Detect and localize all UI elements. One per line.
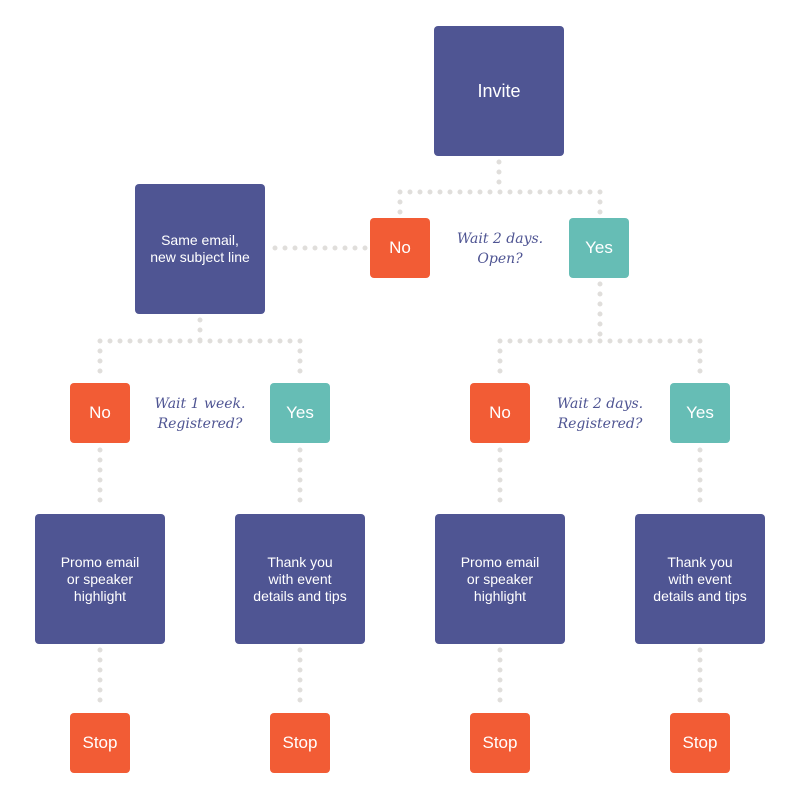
connector-actions-to-stop — [97, 647, 703, 711]
question-open-label: Wait 2 days. Open? — [456, 231, 544, 267]
stop-node: Stop — [470, 713, 530, 773]
connector-answers-to-actions — [97, 447, 703, 511]
yes-open-node: Yes — [569, 218, 629, 278]
promo-email-left-node: Promo email or speaker highlight — [35, 514, 165, 644]
thank-you-right-node: Thank you with event details and tips — [635, 514, 765, 644]
connector-invite-branch — [397, 159, 603, 217]
same-email-node: Same email, new subject line — [135, 184, 265, 314]
stop-node: Stop — [70, 713, 130, 773]
stop-node: Stop — [270, 713, 330, 773]
promo-email-right-node: Promo email or speaker highlight — [435, 514, 565, 644]
no-registered-left-node: No — [70, 383, 130, 443]
question-registered-left-label: Wait 1 week. Registered? — [154, 396, 246, 432]
thank-you-left-node: Thank you with event details and tips — [235, 514, 365, 644]
no-registered-right-node: No — [470, 383, 530, 443]
question-registered-right-label: Wait 2 days. Registered? — [556, 396, 644, 432]
yes-registered-right-node: Yes — [670, 383, 730, 443]
yes-registered-left-node: Yes — [270, 383, 330, 443]
invite-node: Invite — [434, 26, 564, 156]
connector-same-email-branch — [97, 317, 303, 381]
no-open-node: No — [370, 218, 430, 278]
stop-node: Stop — [670, 713, 730, 773]
connector-yes-branch — [497, 281, 703, 381]
flowchart: Invite Same email, new subject line No Y… — [0, 0, 800, 800]
